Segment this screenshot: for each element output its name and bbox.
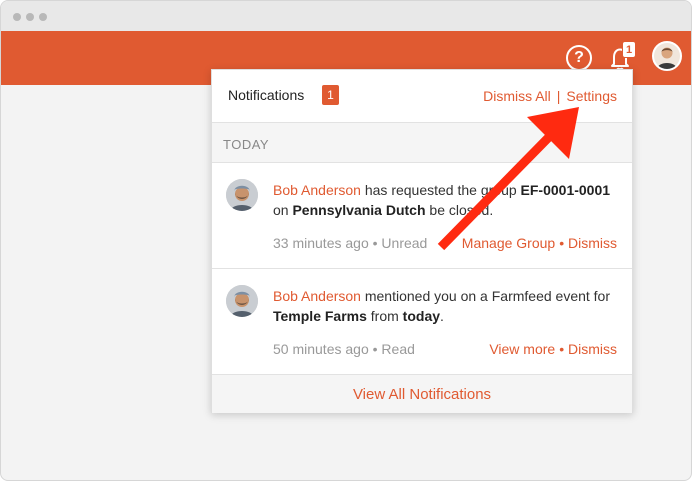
notifications-title: Notifications [228,87,305,103]
help-label: ? [574,49,584,66]
manage-group-link[interactable]: Manage Group [462,235,555,251]
dismiss-all-link[interactable]: Dismiss All [483,88,551,104]
notification-user-name[interactable]: Bob Anderson [273,182,361,198]
dismiss-link[interactable]: • Dismiss [559,235,617,251]
avatar-graphic [226,285,258,317]
notification-time: 50 minutes ago [273,341,369,357]
notifications-panel: Notifications 1 Dismiss All | Settings T… [211,69,633,413]
help-icon[interactable]: ? [566,45,592,71]
header-actions: Dismiss All | Settings [483,88,617,104]
window-titlebar [1,1,691,31]
message-text: be closed. [425,202,494,218]
window-control-dot[interactable] [13,13,21,21]
user-avatar-graphic [654,43,680,69]
notification-status: • Unread [372,235,428,251]
window-control-dot[interactable] [39,13,47,21]
notification-user-name[interactable]: Bob Anderson [273,288,361,304]
message-text: from [366,308,403,324]
notification-time: 33 minutes ago [273,235,369,251]
notification-meta: 33 minutes ago • Unread [273,235,427,251]
view-all-notifications-link[interactable]: View All Notifications [212,375,632,413]
notifications-header: Notifications 1 Dismiss All | Settings [212,70,632,123]
notification-actions: Manage Group • Dismiss [462,235,617,251]
notification-message: Bob Anderson has requested the group EF-… [273,180,618,220]
message-date: today [402,308,441,324]
avatar [226,285,258,317]
settings-link[interactable]: Settings [566,88,617,104]
view-more-link[interactable]: View more [489,341,555,357]
notification-item[interactable]: Bob Anderson mentioned you on a Farmfeed… [212,269,632,375]
avatar [226,179,258,211]
window-control-dot[interactable] [26,13,34,21]
avatar-graphic [226,179,258,211]
message-text: mentioned you on a Farmfeed event for [360,288,611,304]
message-text: has requested the group [360,182,521,198]
notifications-count-badge: 1 [322,85,339,105]
bell-count-badge: 1 [622,41,636,58]
user-avatar[interactable] [652,41,682,71]
message-text: . [440,308,444,324]
section-label-today: TODAY [212,123,632,163]
message-text: on [273,202,293,218]
notification-actions: View more • Dismiss [489,341,617,357]
notification-status: • Read [372,341,415,357]
header-separator: | [556,88,561,104]
message-group-id: EF-0001-0001 [520,182,611,198]
message-farm-name: Pennsylvania Dutch [292,202,426,218]
dismiss-link[interactable]: • Dismiss [559,341,617,357]
notification-message: Bob Anderson mentioned you on a Farmfeed… [273,286,618,326]
notification-meta: 50 minutes ago • Read [273,341,415,357]
message-farm-name: Temple Farms [273,308,367,324]
notification-item[interactable]: Bob Anderson has requested the group EF-… [212,163,632,269]
browser-window: ? 1 Notifications 1 Dismiss All | Settin… [0,0,692,481]
